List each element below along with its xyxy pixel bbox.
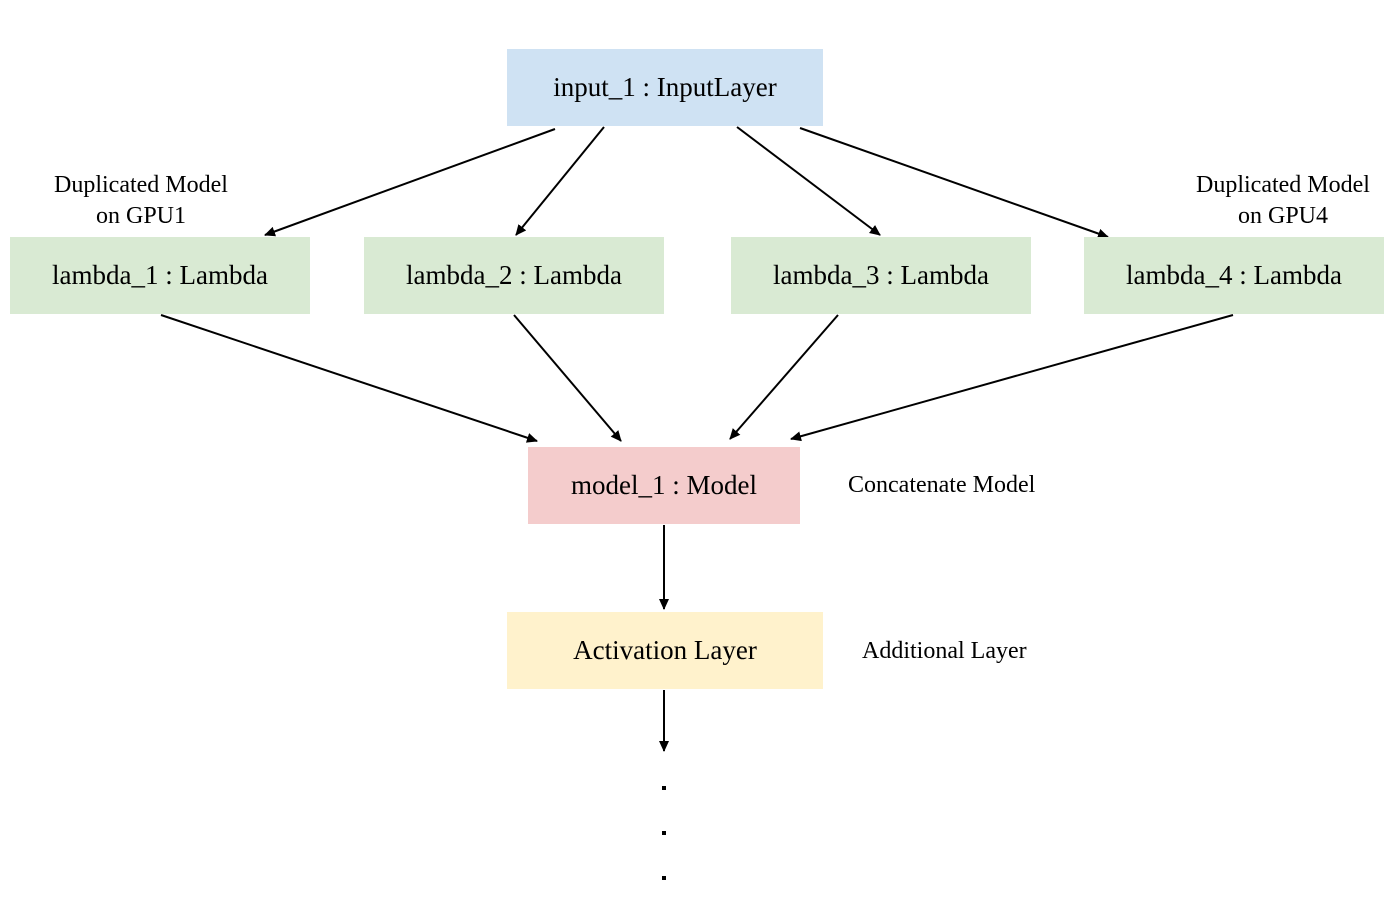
annotation-gpu4-line2: on GPU4 <box>1237 203 1328 229</box>
node-lambda-4: lambda_4 : Lambda <box>1084 237 1384 314</box>
node-input-layer: input_1 : InputLayer <box>507 49 823 126</box>
node-model-1-label: model_1 : Model <box>571 470 757 500</box>
node-lambda-3-label: lambda_3 : Lambda <box>773 260 989 290</box>
edge-input-lambda-1 <box>264 128 556 237</box>
edge-input-lambda-4 <box>799 127 1109 239</box>
edge-lambda-1-model <box>160 314 538 443</box>
node-model-1: model_1 : Model <box>528 447 800 524</box>
node-lambda-2-label: lambda_2 : Lambda <box>406 260 622 290</box>
continuation-dot-2 <box>662 831 666 835</box>
node-lambda-1: lambda_1 : Lambda <box>10 237 310 314</box>
annotation-gpu4: Duplicated Model on GPU4 <box>1172 170 1394 232</box>
edge-lambda-2-model <box>513 314 622 442</box>
node-lambda-4-label: lambda_4 : Lambda <box>1126 260 1342 290</box>
node-activation-layer-label: Activation Layer <box>573 635 757 665</box>
annotation-additional-layer: Additional Layer <box>862 638 1027 664</box>
edge-input-lambda-3 <box>736 126 881 236</box>
annotation-gpu1-line1: Duplicated Model <box>54 172 228 198</box>
edge-lambda-4-model <box>790 314 1234 442</box>
continuation-dot-3 <box>662 876 666 880</box>
annotation-gpu4-line1: Duplicated Model <box>1196 172 1370 198</box>
node-input-layer-label: input_1 : InputLayer <box>553 72 777 102</box>
annotation-gpu1: Duplicated Model on GPU1 <box>30 170 252 232</box>
node-lambda-2: lambda_2 : Lambda <box>364 237 664 314</box>
continuation-dot-1 <box>662 786 666 790</box>
annotation-gpu1-line2: on GPU1 <box>95 203 186 229</box>
node-lambda-3: lambda_3 : Lambda <box>731 237 1031 314</box>
annotation-concatenate-model: Concatenate Model <box>848 472 1036 498</box>
node-activation-layer: Activation Layer <box>507 612 823 689</box>
edge-input-lambda-2 <box>515 126 605 236</box>
node-lambda-1-label: lambda_1 : Lambda <box>52 260 268 290</box>
edge-lambda-3-model <box>729 314 839 440</box>
